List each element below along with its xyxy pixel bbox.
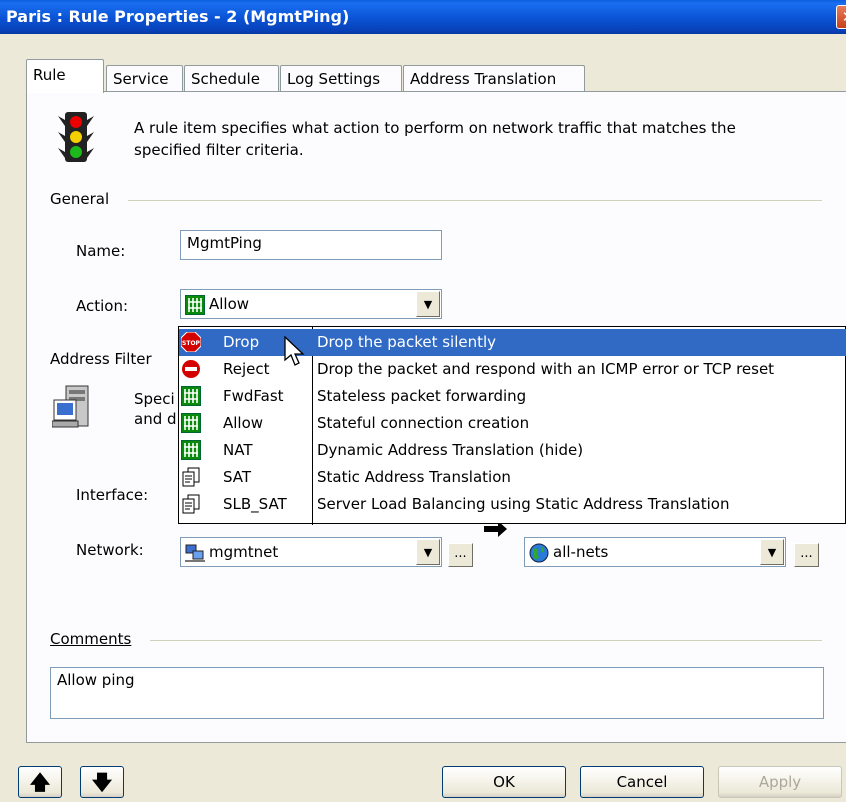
tab-schedule[interactable]: Schedule xyxy=(184,65,279,92)
name-input[interactable]: MgmtPing xyxy=(180,230,442,260)
green-gate-icon xyxy=(185,295,205,315)
traffic-light-icon xyxy=(56,110,96,164)
move-down-button[interactable]: 🡇 xyxy=(80,766,124,798)
server-icon xyxy=(52,384,92,430)
tab-log-settings[interactable]: Log Settings xyxy=(280,65,402,92)
action-option-slb-sat[interactable]: SLB_SAT Server Load Balancing using Stat… xyxy=(179,491,846,518)
action-select[interactable]: Allow ▼ xyxy=(180,289,442,319)
ok-button[interactable]: OK xyxy=(442,766,566,798)
intro-text-line1: A rule item specifies what action to per… xyxy=(134,119,736,137)
comments-heading: Comments xyxy=(50,630,132,648)
source-network-browse-button[interactable]: ... xyxy=(448,543,473,567)
move-up-button[interactable]: 🡅 xyxy=(18,766,62,798)
destination-network-browse-button[interactable]: ... xyxy=(794,543,819,567)
network-label: Network: xyxy=(76,541,144,559)
address-filter-text-line1: Speci xyxy=(134,390,175,408)
action-select-value: Allow xyxy=(209,295,250,313)
cancel-button[interactable]: Cancel xyxy=(580,766,704,798)
action-option-allow[interactable]: Allow Stateful connection creation xyxy=(179,410,846,437)
comments-divider xyxy=(150,640,822,642)
source-network-value: mgmtnet xyxy=(209,543,279,561)
green-gate-icon xyxy=(181,440,201,460)
globe-icon xyxy=(529,543,549,563)
window-title: Paris : Rule Properties - 2 (MgmtPing) xyxy=(6,7,350,26)
svg-text:STOP: STOP xyxy=(182,340,201,347)
tab-address-translation[interactable]: Address Translation xyxy=(403,65,585,92)
address-filter-text-line2: and d xyxy=(134,410,177,428)
mouse-cursor-icon xyxy=(284,336,306,368)
document-pages-icon xyxy=(181,467,201,487)
apply-button[interactable]: Apply xyxy=(718,766,842,798)
tab-rule[interactable]: Rule xyxy=(26,59,104,93)
general-group-heading: General xyxy=(50,190,110,208)
action-dropdown-list[interactable]: STOP Drop Drop the packet silently Rejec… xyxy=(178,326,846,525)
no-entry-icon xyxy=(181,359,201,379)
action-option-nat[interactable]: NAT Dynamic Address Translation (hide) xyxy=(179,437,846,464)
comments-textarea[interactable]: Allow ping xyxy=(50,667,824,719)
destination-network-select[interactable]: all-nets ▼ xyxy=(524,537,786,567)
action-option-sat[interactable]: SAT Static Address Translation xyxy=(179,464,846,491)
green-gate-icon xyxy=(181,386,201,406)
chevron-down-icon[interactable]: ▼ xyxy=(416,539,440,565)
green-gate-icon xyxy=(181,413,201,433)
interface-label: Interface: xyxy=(76,486,149,504)
action-option-reject[interactable]: Reject Drop the packet and respond with … xyxy=(179,356,846,383)
general-divider xyxy=(128,200,822,202)
document-pages-icon xyxy=(181,494,201,514)
intro-text-line2: specified filter criteria. xyxy=(134,141,304,159)
window-titlebar: Paris : Rule Properties - 2 (MgmtPing) ✕ xyxy=(0,0,846,34)
action-option-fwdfast[interactable]: FwdFast Stateless packet forwarding xyxy=(179,383,846,410)
network-computers-icon xyxy=(185,543,205,563)
action-option-drop[interactable]: STOP Drop Drop the packet silently xyxy=(179,329,846,356)
chevron-down-icon[interactable]: ▼ xyxy=(760,539,784,565)
address-filter-heading: Address Filter xyxy=(50,350,152,368)
destination-network-value: all-nets xyxy=(553,543,609,561)
action-label: Action: xyxy=(76,297,129,315)
close-button[interactable]: ✕ xyxy=(836,5,846,29)
name-label: Name: xyxy=(76,242,126,260)
source-network-select[interactable]: mgmtnet ▼ xyxy=(180,537,442,567)
tab-service[interactable]: Service xyxy=(106,65,183,92)
chevron-down-icon[interactable]: ▼ xyxy=(416,291,440,317)
stop-icon: STOP xyxy=(181,332,201,352)
